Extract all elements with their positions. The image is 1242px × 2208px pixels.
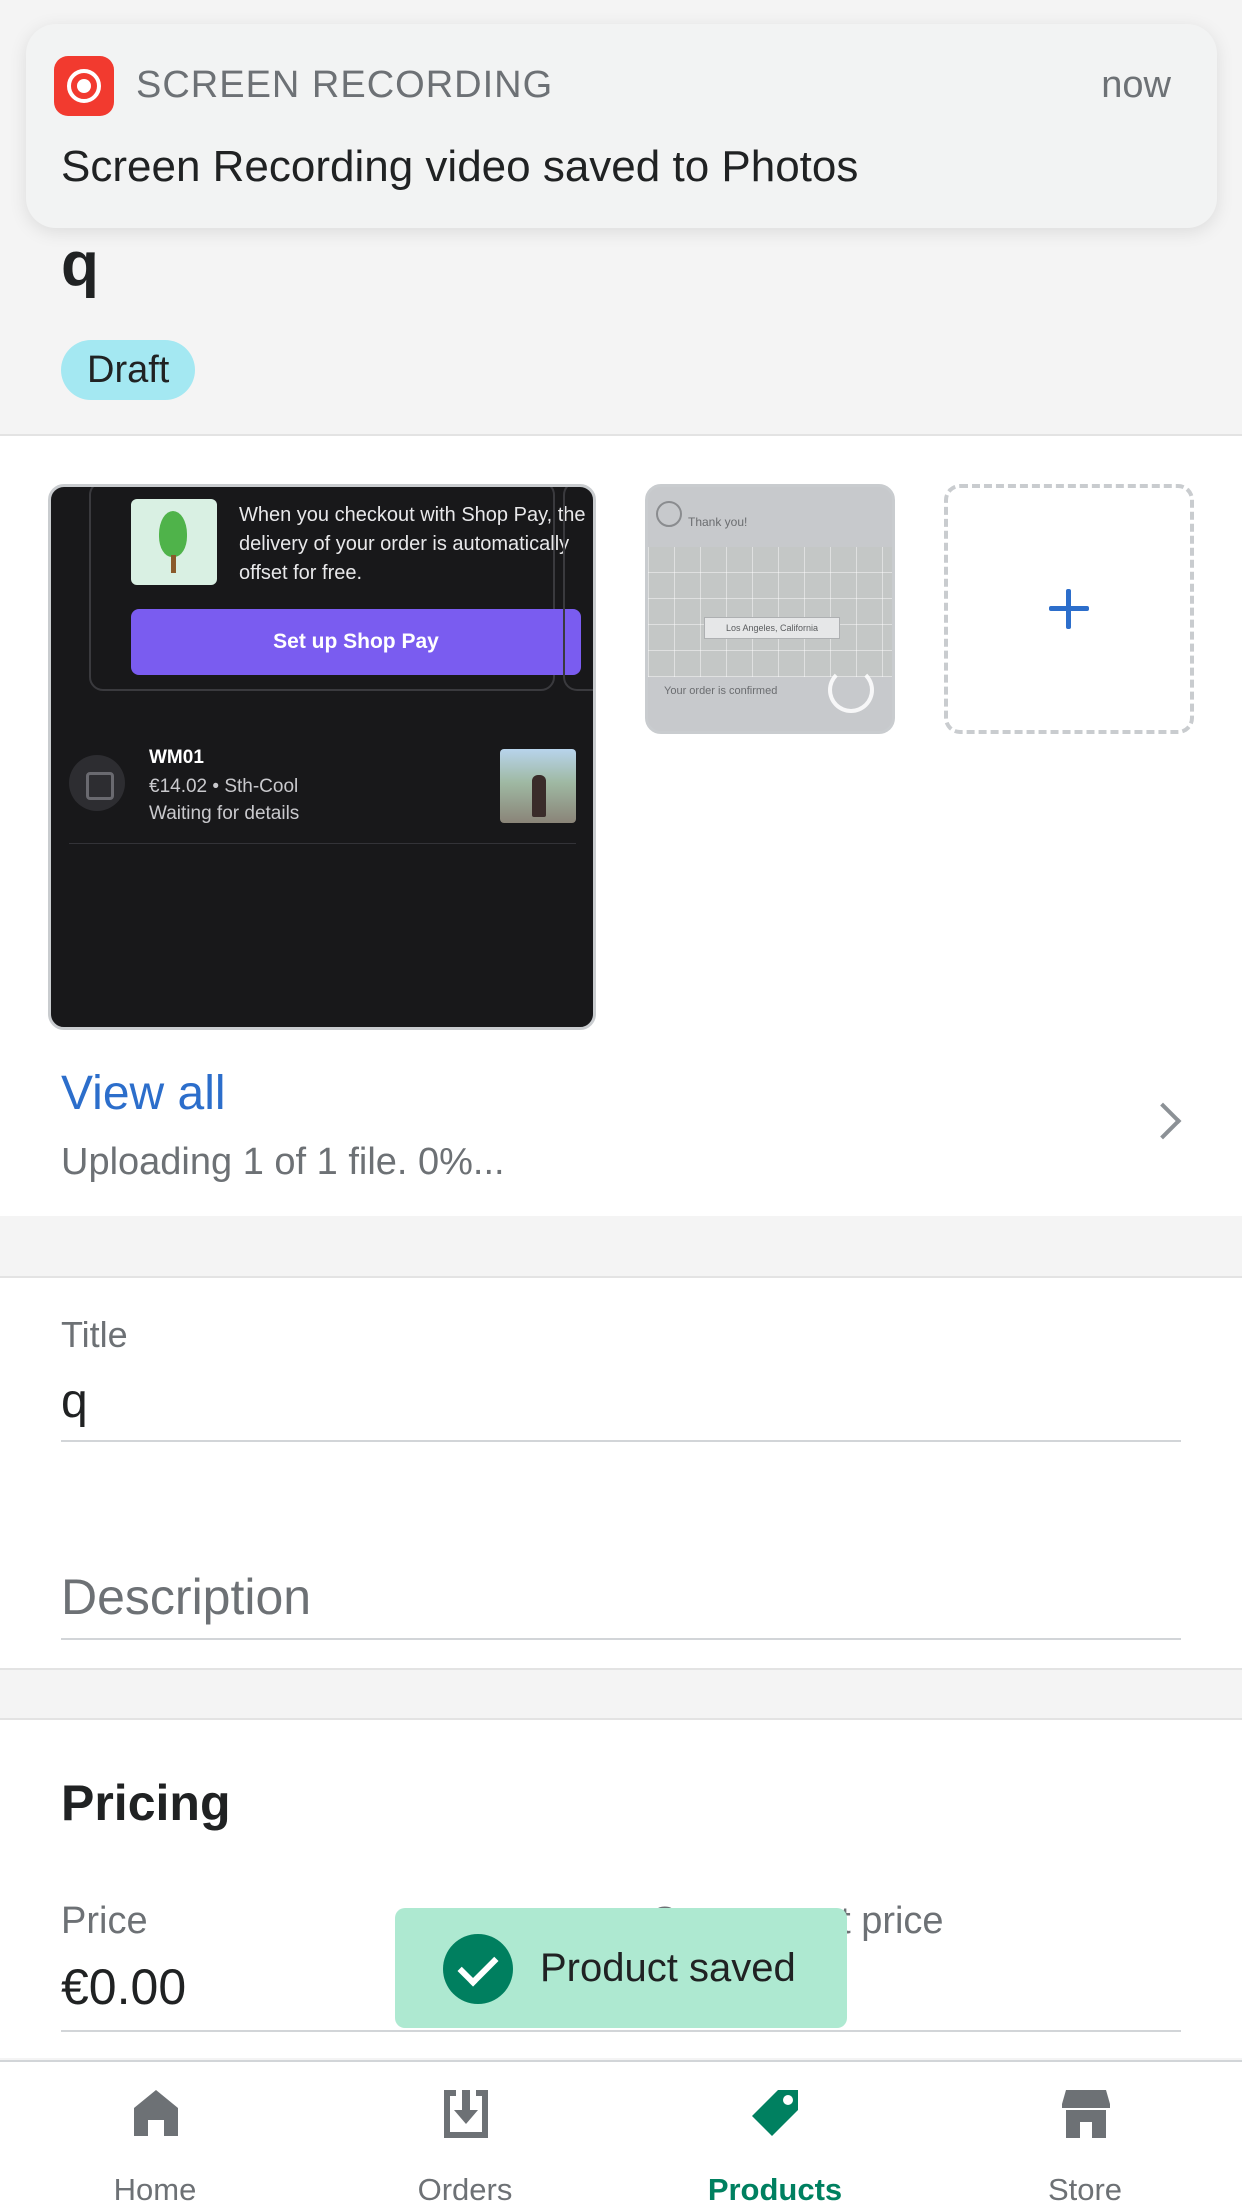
order-status-line: Waiting for details [149, 803, 300, 824]
media-card: When you checkout with Shop Pay, the del… [0, 436, 1242, 1216]
notification-app-name: SCREEN RECORDING [136, 64, 554, 106]
add-media-button[interactable] [944, 484, 1194, 734]
price-input[interactable]: €0.00 [61, 1958, 186, 2016]
map-location-label: Los Angeles, California [704, 617, 840, 639]
notification-message: Screen Recording video saved to Photos [61, 142, 859, 191]
store-order-icon [69, 755, 125, 811]
tab-label: Orders [417, 2172, 513, 2207]
chevron-right-icon[interactable] [1144, 1102, 1182, 1140]
setup-shop-pay-button: Set up Shop Pay [131, 609, 581, 675]
toast-message: Product saved [540, 1946, 796, 1990]
page-title: q [61, 230, 99, 299]
order-details: €14.02 • Sth-Cool Waiting for details [149, 773, 299, 827]
pricing-heading: Pricing [61, 1775, 231, 1831]
title-underline [61, 1440, 1181, 1442]
order-price-line: €14.02 • Sth-Cool [149, 776, 299, 797]
bottom-tab-bar: Home Orders Products Store [0, 2060, 1242, 2208]
checkmark-icon [443, 1934, 513, 2004]
description-input[interactable]: Description [61, 1568, 311, 1626]
upload-status: Uploading 1 of 1 file. 0%... [61, 1141, 505, 1183]
product-saved-toast: Product saved [395, 1908, 847, 2028]
tab-orders[interactable]: Orders [310, 2062, 620, 2208]
order-product-image [500, 749, 576, 823]
title-description-card: Title q Description [0, 1276, 1242, 1670]
tab-label: Products [707, 2172, 843, 2207]
tab-products[interactable]: Products [620, 2062, 930, 2208]
store-icon [1060, 2086, 1112, 2142]
thumbnail-confirm-text: Your order is confirmed [664, 685, 778, 697]
thumbnail-thanks-text: Thank you! [688, 515, 748, 529]
tree-icon [131, 499, 217, 585]
tab-home[interactable]: Home [0, 2062, 310, 2208]
order-id: WM01 [149, 747, 204, 768]
price-label: Price [61, 1900, 148, 1942]
shop-pay-promo: When you checkout with Shop Pay, the del… [89, 487, 586, 691]
check-circle-icon [656, 501, 682, 527]
upload-spinner-icon [828, 667, 874, 713]
map-image [648, 547, 892, 677]
notification-time: now [1101, 64, 1171, 106]
media-thumbnail-uploading[interactable]: Thank you! Los Angeles, California Your … [645, 484, 895, 734]
home-icon [130, 2086, 182, 2142]
media-main-preview[interactable]: When you checkout with Shop Pay, the del… [48, 484, 596, 1030]
tab-label: Store [1047, 2172, 1123, 2207]
title-input[interactable]: q [61, 1374, 88, 1429]
divider [69, 843, 576, 844]
screen-recording-notification[interactable]: SCREEN RECORDING now Screen Recording vi… [26, 24, 1217, 228]
view-all-link[interactable]: View all [61, 1066, 226, 1121]
tab-store[interactable]: Store [930, 2062, 1240, 2208]
tag-icon [750, 2086, 802, 2142]
description-underline [61, 1638, 1181, 1640]
price-underline [61, 2030, 1181, 2032]
title-label: Title [61, 1314, 128, 1355]
status-badge: Draft [61, 340, 196, 400]
orders-icon [440, 2086, 492, 2142]
tab-label: Home [113, 2172, 197, 2207]
shop-pay-promo-text: When you checkout with Shop Pay, the del… [239, 504, 586, 584]
screen-recording-icon [54, 56, 114, 116]
next-card-edge [563, 487, 593, 691]
